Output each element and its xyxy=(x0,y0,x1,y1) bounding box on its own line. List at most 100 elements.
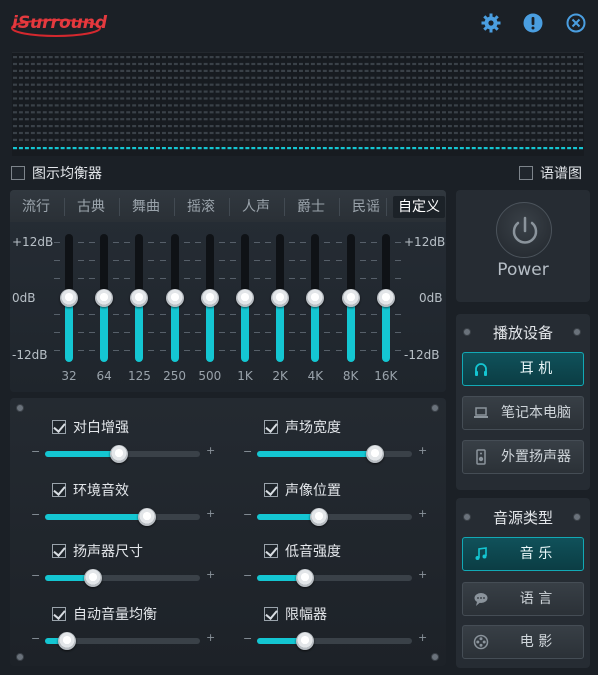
effect-checkbox[interactable] xyxy=(52,420,66,434)
info-icon[interactable] xyxy=(522,12,544,34)
eq-slider-fill xyxy=(170,298,179,362)
eq-tick xyxy=(78,260,84,261)
spectrum-bar xyxy=(156,147,160,150)
effect-checkbox[interactable] xyxy=(264,607,278,621)
eq-tick xyxy=(324,332,331,333)
eq-tick xyxy=(148,350,155,351)
graphic-eq-checkbox[interactable] xyxy=(11,166,25,180)
effect-checkbox[interactable] xyxy=(264,483,278,497)
spectrum-bar xyxy=(293,147,297,150)
spectrum-bar xyxy=(161,147,166,150)
device-button[interactable]: 外置扬声器 xyxy=(462,440,584,474)
eq-slider-knob[interactable] xyxy=(165,289,184,307)
spectrum-bar xyxy=(418,147,423,150)
effect-slider-knob[interactable] xyxy=(296,632,315,650)
eq-frequency-label: 500 xyxy=(198,369,222,383)
source-button[interactable]: 语 言 xyxy=(462,582,584,616)
effects-panel xyxy=(10,398,446,666)
spectrum-bar xyxy=(173,147,178,150)
effect-slider-track[interactable] xyxy=(45,569,200,587)
music-note-icon xyxy=(473,546,489,562)
effect-slider-knob[interactable] xyxy=(84,569,103,587)
eq-tick xyxy=(124,242,131,243)
source-button[interactable]: 音 乐 xyxy=(462,537,584,571)
eq-slider-fill xyxy=(135,298,144,362)
eq-tick xyxy=(289,278,296,279)
eq-slider-knob[interactable] xyxy=(236,289,254,307)
preset-tab[interactable]: 古典 xyxy=(71,196,111,218)
effect-label: 声场宽度 xyxy=(285,420,341,436)
effect-slider-knob[interactable] xyxy=(310,508,328,526)
effect-slider-track[interactable] xyxy=(45,632,200,650)
spectrum-bar xyxy=(495,147,500,150)
spectrum-bar xyxy=(257,147,262,150)
spectrum-display xyxy=(12,52,584,156)
effect-slider-track[interactable] xyxy=(257,508,412,526)
eq-slider-knob[interactable] xyxy=(376,289,395,307)
plus-label: + xyxy=(206,444,216,457)
effect-slider-knob[interactable] xyxy=(57,632,76,650)
effect-slider-knob[interactable] xyxy=(296,569,315,587)
minus-label: − xyxy=(243,508,253,521)
spectrum-bar xyxy=(185,147,190,150)
effect-checkbox[interactable] xyxy=(264,544,278,558)
plus-label: + xyxy=(206,631,216,644)
gear-icon[interactable] xyxy=(480,12,502,34)
eq-tick xyxy=(78,332,84,333)
eq-tick xyxy=(124,260,131,261)
power-button[interactable] xyxy=(496,202,552,258)
plus-label: + xyxy=(418,631,428,644)
eq-tick xyxy=(78,350,84,351)
eq-tick xyxy=(218,260,225,261)
eq-slider-fill xyxy=(65,298,73,362)
eq-slider-knob[interactable] xyxy=(341,289,360,307)
preset-tab[interactable]: 自定义 xyxy=(393,196,445,218)
effect-checkbox[interactable] xyxy=(264,420,278,434)
close-icon[interactable] xyxy=(565,12,587,34)
spectrum-bar xyxy=(483,147,488,150)
eq-tick xyxy=(254,332,260,333)
logo-text: iSurround xyxy=(12,13,108,33)
device-button[interactable]: 耳 机 xyxy=(462,352,584,386)
spectrum-bar xyxy=(316,147,321,150)
device-button-label: 笔记本电脑 xyxy=(501,405,571,421)
effect-slider-track[interactable] xyxy=(257,445,412,463)
effect-checkbox[interactable] xyxy=(52,607,66,621)
eq-tick xyxy=(148,314,155,315)
eq-slider-fill xyxy=(241,298,249,362)
eq-tick xyxy=(113,332,120,333)
eq-tick xyxy=(54,260,60,261)
spectrum-checkbox[interactable] xyxy=(519,166,533,180)
eq-tick xyxy=(300,350,307,351)
eq-tick xyxy=(265,314,272,315)
isurround-logo: iSurround xyxy=(8,6,108,40)
effect-slider-knob[interactable] xyxy=(365,445,384,463)
source-button[interactable]: 电 影 xyxy=(462,625,584,659)
preset-tab[interactable]: 舞曲 xyxy=(126,196,166,218)
preset-tab[interactable]: 民谣 xyxy=(346,196,386,218)
effect-checkbox[interactable] xyxy=(52,544,66,558)
eq-slider-knob[interactable] xyxy=(200,289,219,307)
effect-checkbox[interactable] xyxy=(52,483,66,497)
spectrum-bar xyxy=(60,147,65,150)
spectrum-bar xyxy=(334,147,339,150)
preset-tab[interactable]: 人声 xyxy=(236,196,276,218)
spectrum-bar xyxy=(78,147,83,150)
spectrum-bar xyxy=(191,147,196,150)
eq-tick xyxy=(218,350,225,351)
eq-tick xyxy=(113,314,120,315)
effect-slider-track[interactable] xyxy=(45,508,200,526)
eq-tick xyxy=(183,242,190,243)
effect-slider-track[interactable] xyxy=(45,445,200,463)
laptop-icon xyxy=(473,405,489,421)
effect-label: 自动音量均衡 xyxy=(73,607,157,623)
device-button[interactable]: 笔记本电脑 xyxy=(462,396,584,430)
eq-slider-knob[interactable] xyxy=(60,289,78,307)
preset-tab[interactable]: 摇滚 xyxy=(181,196,221,218)
effect-slider-track[interactable] xyxy=(257,569,412,587)
preset-tab[interactable]: 流行 xyxy=(16,196,56,218)
preset-tab[interactable]: 爵士 xyxy=(291,196,331,218)
effect-slider-track[interactable] xyxy=(257,632,412,650)
eq-tick xyxy=(265,350,272,351)
eq-slider-fill xyxy=(381,298,390,362)
